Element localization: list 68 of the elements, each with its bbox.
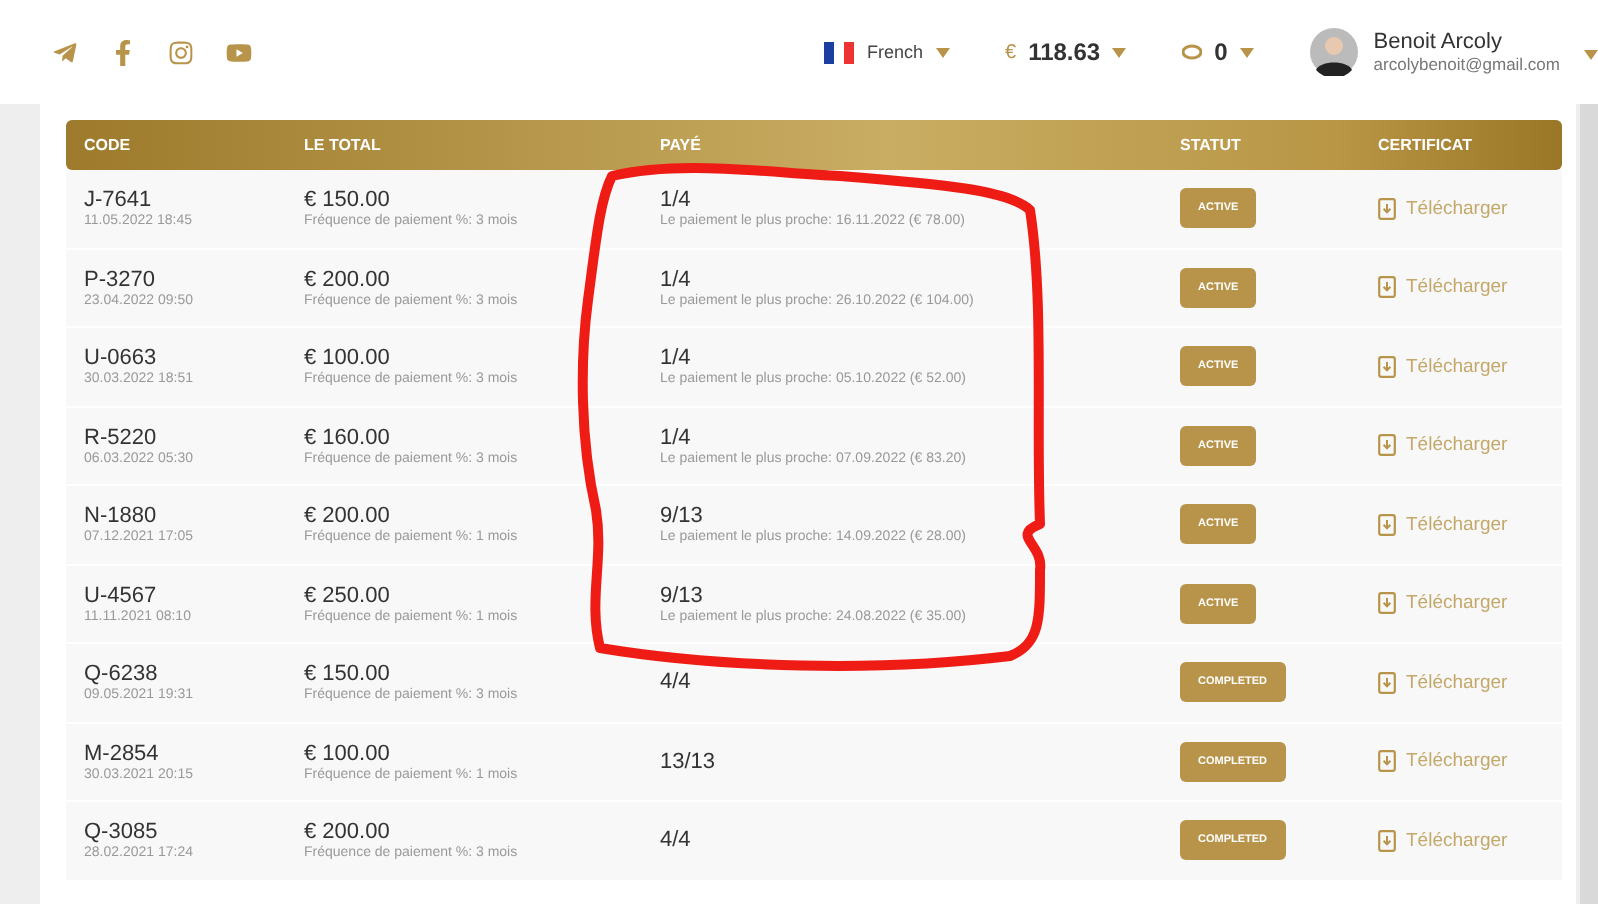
file-download-icon [1378, 513, 1396, 536]
download-link[interactable]: Télécharger [1378, 592, 1544, 615]
telegram-icon[interactable] [52, 39, 78, 65]
total-amount: € 100.00 [304, 346, 392, 371]
order-code: R-5220 [84, 425, 159, 450]
caret-icon [1239, 47, 1254, 57]
total-amount: € 150.00 [304, 662, 392, 687]
order-code: Q-6238 [84, 662, 160, 687]
avatar[interactable] [1309, 28, 1358, 76]
column-header: CERTIFICAT [1378, 136, 1474, 154]
order-code: J-7641 [84, 188, 154, 213]
download-link[interactable]: Télécharger [1378, 750, 1544, 773]
column-header: CODE [84, 136, 133, 154]
paid-count: 1/4 [660, 267, 693, 292]
facebook-icon[interactable] [110, 39, 136, 65]
file-download-icon [1378, 750, 1396, 773]
paid-count: 1/4 [660, 425, 693, 450]
total-amount: € 200.00 [304, 504, 392, 529]
balance-amount[interactable]: 118.63 [1028, 38, 1101, 66]
column-header: LE TOTAL [304, 136, 383, 154]
caret-icon [1112, 47, 1127, 57]
file-download-icon [1378, 592, 1396, 615]
paid-count: 1/4 [660, 188, 693, 213]
column-header: STATUT [1180, 136, 1243, 154]
coin-icon [1182, 44, 1203, 60]
paid-count: 4/4 [660, 670, 693, 695]
paid-count: 9/13 [660, 504, 705, 529]
order-code: N-1880 [84, 504, 159, 529]
file-download-icon [1378, 276, 1396, 299]
paid-count: 9/13 [660, 583, 705, 608]
file-download-icon [1378, 671, 1396, 694]
total-amount: € 150.00 [304, 188, 392, 213]
scrollbar[interactable] [1580, 104, 1598, 904]
download-link[interactable]: Télécharger [1378, 355, 1544, 378]
total-amount: € 250.00 [304, 583, 392, 608]
download-link[interactable]: Télécharger [1378, 197, 1544, 220]
caret-icon [935, 47, 949, 57]
currency-symbol: € [1005, 41, 1017, 63]
order-code: U-4567 [84, 583, 159, 608]
instagram-icon[interactable] [168, 39, 194, 65]
order-code: Q-3085 [84, 820, 160, 845]
language-selector[interactable]: French [866, 42, 923, 62]
flag-icon [824, 41, 855, 63]
file-download-icon [1378, 355, 1396, 378]
download-link[interactable]: Télécharger [1378, 671, 1544, 694]
download-link[interactable]: Télécharger [1378, 276, 1544, 299]
paid-count: 1/4 [660, 346, 693, 371]
order-code: P-3270 [84, 267, 157, 292]
total-amount: € 100.00 [304, 741, 392, 766]
download-link[interactable]: Télécharger [1378, 513, 1544, 536]
total-amount: € 200.00 [304, 820, 392, 845]
youtube-icon[interactable] [226, 39, 252, 65]
paid-count: 4/4 [660, 828, 693, 853]
download-link[interactable]: Télécharger [1378, 434, 1544, 457]
column-header: PAYÉ [660, 136, 703, 154]
file-download-icon [1378, 197, 1396, 220]
download-link[interactable]: Télécharger [1378, 829, 1544, 852]
order-code: U-0663 [84, 346, 159, 371]
order-code: M-2854 [84, 741, 161, 766]
user-email: arcolybenoit@gmail.com [1373, 54, 1560, 74]
file-download-icon [1378, 434, 1396, 457]
total-amount: € 160.00 [304, 425, 392, 450]
total-amount: € 200.00 [304, 267, 392, 292]
paid-count: 13/13 [660, 749, 718, 774]
caret-icon [1584, 50, 1598, 60]
coin-count[interactable]: 0 [1214, 38, 1228, 66]
user-name: Benoit Arcoly [1373, 30, 1504, 54]
file-download-icon [1378, 829, 1396, 852]
